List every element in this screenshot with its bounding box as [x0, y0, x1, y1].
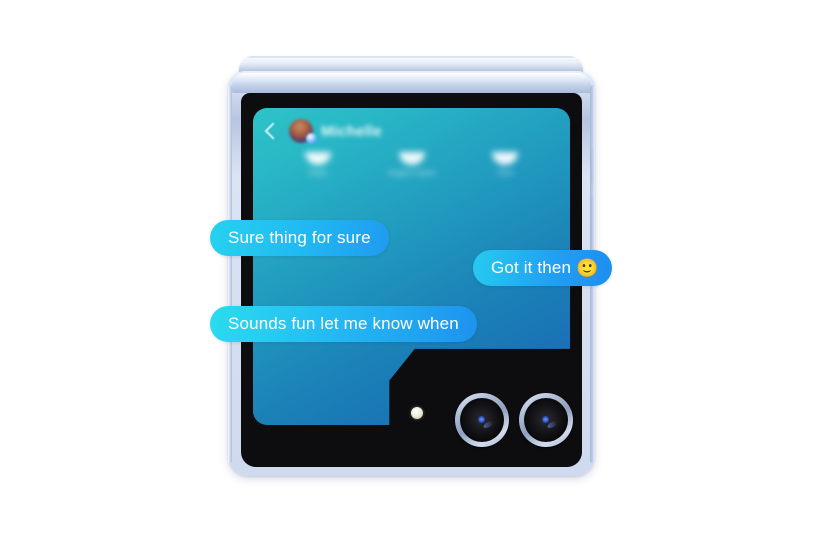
power-button[interactable] — [590, 149, 594, 183]
contact-name: Michelle — [321, 122, 382, 140]
lens-glint-icon — [478, 415, 486, 423]
scene-stage: Michelle Reply Suggest replies Clear Sur… — [0, 0, 830, 553]
volume-button[interactable] — [590, 197, 594, 255]
quick-action-label: Reply — [308, 170, 327, 177]
lens-glint-icon — [542, 415, 550, 423]
main-camera-lens-glass — [460, 398, 504, 442]
message-bubble[interactable]: Sounds fun let me know when — [210, 306, 477, 342]
main-camera-lens — [455, 393, 509, 447]
message-bubble[interactable]: Sure thing for sure — [210, 220, 389, 256]
chat-header: Michelle — [253, 108, 570, 154]
smiley-emoji-icon: 🙂 — [576, 258, 599, 278]
clear-icon — [492, 152, 519, 165]
secondary-camera-lens — [519, 393, 573, 447]
quick-action-label: Suggest replies — [387, 170, 436, 177]
frame-rail-left — [228, 85, 232, 463]
quick-action-clear[interactable]: Clear — [458, 152, 552, 177]
chevron-left-icon[interactable] — [264, 122, 282, 140]
message-bubble[interactable]: Got it then 🙂 — [473, 250, 612, 286]
avatar[interactable] — [289, 119, 317, 144]
suggest-replies-icon — [398, 152, 425, 165]
online-badge-icon — [306, 133, 317, 144]
message-text: Sure thing for sure — [228, 228, 371, 247]
quick-action-reply[interactable]: Reply — [271, 152, 365, 177]
reply-icon — [304, 152, 331, 165]
quick-action-label: Clear — [496, 170, 514, 177]
message-text: Sounds fun let me know when — [228, 314, 459, 333]
hinge-highlight-band — [232, 73, 591, 93]
message-text: Got it then — [491, 258, 572, 277]
camera-flash-led — [411, 407, 423, 419]
secondary-camera-lens-glass — [524, 398, 568, 442]
quick-action-suggest-replies[interactable]: Suggest replies — [365, 152, 459, 177]
camera-module — [401, 379, 576, 453]
quick-action-row: Reply Suggest replies Clear — [253, 152, 570, 177]
